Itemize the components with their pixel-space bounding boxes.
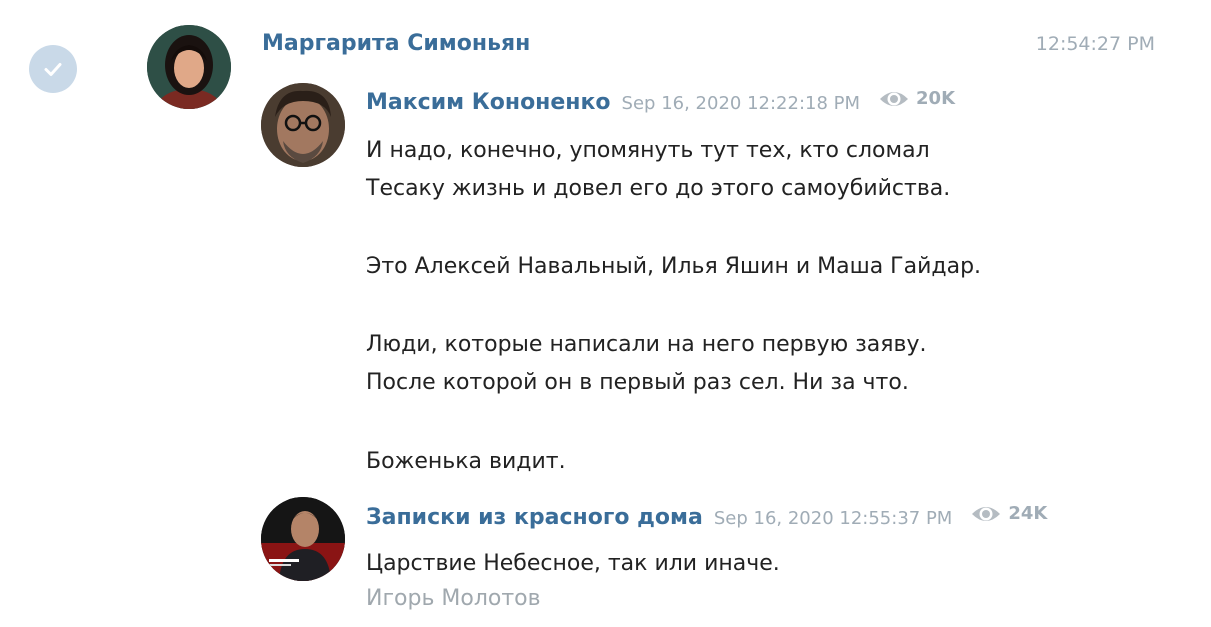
forwarded-channel-avatar[interactable] [261, 497, 345, 581]
views-counter: 24K [970, 503, 1047, 524]
forward-header: Максим Кононенко Sep 16, 2020 12:22:18 P… [366, 88, 955, 115]
views-count: 20K [916, 88, 956, 109]
message-text-line: Это Алексей Навальный, Илья Яшин и Маша … [366, 254, 982, 279]
forward-date: Sep 16, 2020 12:22:18 PM [621, 92, 861, 114]
views-count: 24K [1008, 503, 1048, 524]
forward-date: Sep 16, 2020 12:55:37 PM [713, 507, 953, 529]
message-text-line: Люди, которые написали на него первую за… [366, 332, 927, 357]
message-time: 12:54:27 PM [1035, 33, 1155, 55]
author-avatar[interactable] [147, 25, 231, 109]
eye-icon [972, 506, 1001, 521]
checkmark-icon [44, 63, 62, 76]
message-text-line: Тесаку жизнь и довел его до этого самоуб… [366, 176, 951, 201]
forward-header: Записки из красного дома Sep 16, 2020 12… [366, 503, 1047, 530]
post-signature: Игорь Молотов [366, 586, 541, 611]
message-select-checkbox[interactable] [29, 45, 77, 93]
message-view: Маргарита Симоньян 12:54:27 PM Максим Ко… [0, 0, 1211, 627]
eye-icon [880, 91, 909, 106]
message-text-line: И надо, конечно, упомянуть тут тех, кто … [366, 138, 930, 163]
forwarded-channel-name[interactable]: Записки из красного дома [366, 505, 703, 530]
author-name[interactable]: Маргарита Симоньян [262, 31, 530, 56]
message-text-line: После которой он в первый раз сел. Ни за… [366, 370, 909, 395]
forwarded-author-avatar[interactable] [261, 83, 345, 167]
views-counter: 20K [878, 88, 955, 109]
message-text-line: Царствие Небесное, так или иначе. [366, 551, 780, 576]
forwarded-author-name[interactable]: Максим Кононенко [366, 90, 611, 115]
message-text-line: Боженька видит. [366, 449, 566, 474]
